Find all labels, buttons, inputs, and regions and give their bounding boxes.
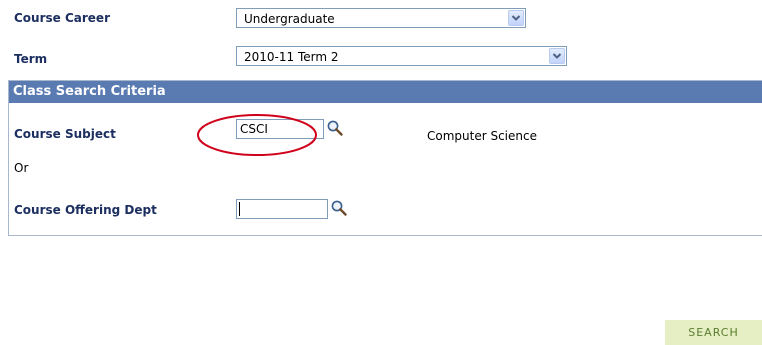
magnifier-icon[interactable] [326,119,344,137]
course-subject-description: Computer Science [427,129,537,143]
course-career-label: Course Career [14,11,110,25]
search-button[interactable]: SEARCH [665,320,762,345]
magnifier-icon[interactable] [330,199,348,217]
chevron-down-icon[interactable] [508,10,524,26]
course-career-value: Undergraduate [244,12,335,26]
course-career-select[interactable]: Undergraduate [236,8,526,28]
text-cursor [239,202,240,216]
term-label: Term [14,52,48,66]
or-text: Or [14,161,29,175]
course-offering-dept-label: Course Offering Dept [14,203,157,217]
course-subject-label: Course Subject [14,127,116,141]
chevron-down-icon[interactable] [549,48,565,64]
red-ellipse-highlight [197,114,317,156]
term-value: 2010-11 Term 2 [244,50,339,64]
term-select[interactable]: 2010-11 Term 2 [236,46,567,66]
course-offering-dept-input[interactable] [236,199,328,219]
criteria-header: Class Search Criteria [9,81,762,103]
